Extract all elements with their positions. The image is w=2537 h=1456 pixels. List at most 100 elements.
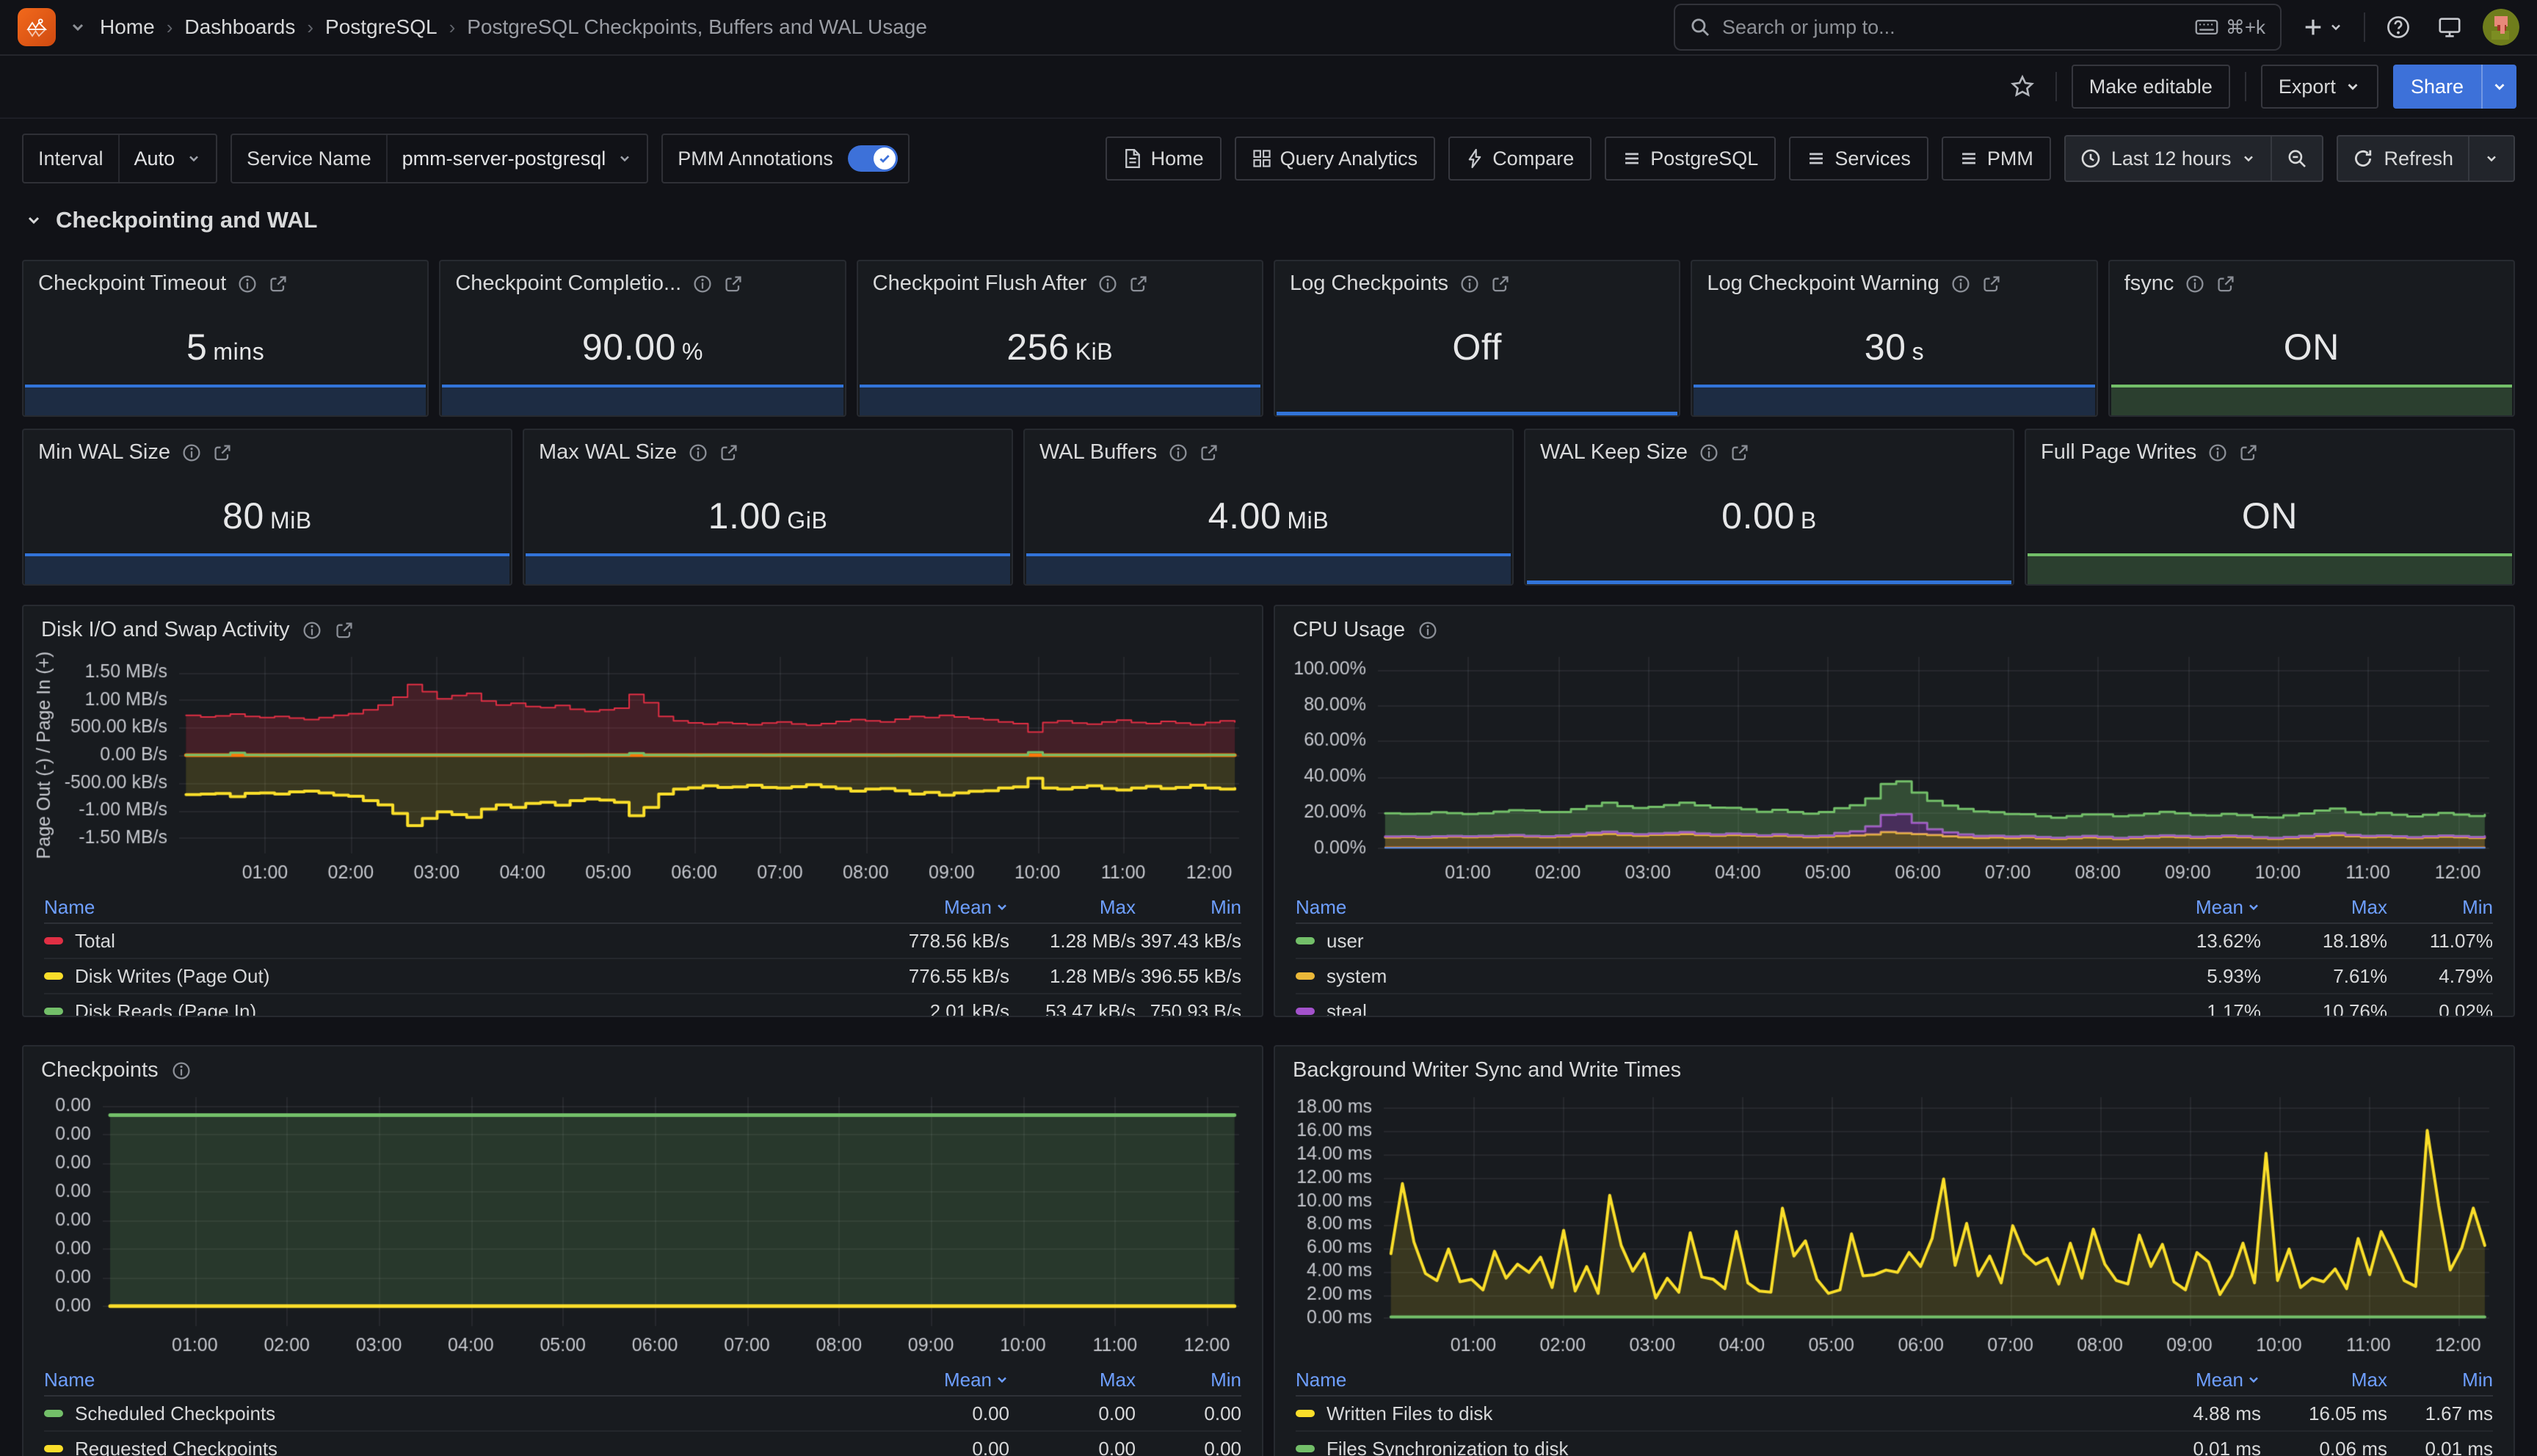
- info-icon[interactable]: [1418, 621, 1437, 640]
- info-icon[interactable]: [182, 443, 201, 462]
- info-icon[interactable]: [689, 443, 708, 462]
- legend-series-label[interactable]: Files Synchronization to disk: [1296, 1438, 2122, 1456]
- legend-header-max[interactable]: Max: [2261, 896, 2387, 919]
- info-icon[interactable]: [1098, 274, 1117, 294]
- external-link-icon[interactable]: [2216, 274, 2235, 294]
- toolbar-link-postgresql[interactable]: PostgreSQL: [1605, 136, 1776, 181]
- legend-series-label[interactable]: Scheduled Checkpoints: [44, 1402, 870, 1425]
- share-button[interactable]: Share: [2393, 65, 2481, 109]
- chevron-down-icon[interactable]: [69, 18, 87, 36]
- panel-title: Background Writer Sync and Write Times: [1293, 1058, 1681, 1082]
- legend-header-row: NameMeanMaxMin: [1296, 892, 2493, 924]
- external-link-icon[interactable]: [335, 621, 354, 640]
- info-icon[interactable]: [302, 621, 322, 640]
- add-button[interactable]: [2296, 10, 2349, 44]
- diskio-chart-canvas[interactable]: [32, 645, 1251, 892]
- info-icon[interactable]: [693, 274, 712, 294]
- user-avatar[interactable]: [2483, 9, 2519, 46]
- legend-header-mean[interactable]: Mean: [870, 896, 1009, 919]
- legend-series-label[interactable]: Total: [44, 930, 870, 953]
- share-menu-button[interactable]: [2481, 65, 2516, 109]
- section-checkpointing-and-wal[interactable]: Checkpointing and WAL: [25, 207, 2515, 233]
- legend-header-min[interactable]: Min: [1136, 1369, 1241, 1391]
- legend-max-value: 1.28 MB/s: [1009, 930, 1136, 953]
- menu-icon: [1807, 149, 1826, 168]
- search-shortcut: ⌘+k: [2226, 16, 2265, 39]
- refresh-interval-button[interactable]: [2468, 136, 2514, 181]
- legend-series-label[interactable]: user: [1296, 930, 2122, 953]
- divider: [2055, 72, 2057, 101]
- legend-row: user13.62%18.18%11.07%: [1296, 924, 2493, 959]
- stat-value: 0.00B: [1525, 495, 2013, 537]
- legend-header-max[interactable]: Max: [2261, 1369, 2387, 1391]
- external-link-icon[interactable]: [2239, 443, 2258, 462]
- make-editable-button[interactable]: Make editable: [2072, 65, 2230, 109]
- monitor-icon[interactable]: [2431, 9, 2468, 46]
- legend-series-label[interactable]: Requested Checkpoints: [44, 1438, 870, 1456]
- breadcrumb-item[interactable]: Home: [100, 15, 155, 39]
- toolbar-link-compare[interactable]: Compare: [1448, 136, 1591, 181]
- legend-mean-value: 0.00: [870, 1402, 1009, 1425]
- external-link-icon[interactable]: [1129, 274, 1148, 294]
- breadcrumb-item[interactable]: Dashboards: [184, 15, 295, 39]
- legend-header-mean[interactable]: Mean: [870, 1369, 1009, 1391]
- info-icon[interactable]: [238, 274, 257, 294]
- legend-header-mean[interactable]: Mean: [2122, 1369, 2261, 1391]
- bgwriter-chart-canvas[interactable]: [1284, 1085, 2507, 1364]
- interval-value[interactable]: Auto: [120, 135, 217, 182]
- legend-header-max[interactable]: Max: [1009, 1369, 1136, 1391]
- legend-header-mean[interactable]: Mean: [2122, 896, 2261, 919]
- search-placeholder: Search or jump to...: [1722, 16, 2183, 39]
- info-icon[interactable]: [1699, 443, 1718, 462]
- info-icon[interactable]: [2208, 443, 2227, 462]
- legend-series-label[interactable]: Disk Reads (Page In): [44, 1000, 870, 1018]
- external-link-icon[interactable]: [1491, 274, 1510, 294]
- external-link-icon[interactable]: [213, 443, 232, 462]
- info-icon[interactable]: [1169, 443, 1188, 462]
- external-link-icon[interactable]: [269, 274, 288, 294]
- cpu-chart-canvas[interactable]: [1284, 645, 2507, 892]
- legend-header-name[interactable]: Name: [44, 896, 870, 919]
- time-range-button[interactable]: Last 12 hours: [2066, 136, 2271, 181]
- search-icon: [1690, 17, 1710, 37]
- external-link-icon[interactable]: [1730, 443, 1749, 462]
- legend-header-max[interactable]: Max: [1009, 896, 1136, 919]
- refresh-button[interactable]: Refresh: [2338, 136, 2468, 181]
- export-button[interactable]: Export: [2261, 65, 2378, 109]
- stat-title: Max WAL Size: [539, 440, 677, 465]
- legend-header-min[interactable]: Min: [1136, 896, 1241, 919]
- info-icon[interactable]: [2185, 274, 2204, 294]
- info-icon[interactable]: [172, 1061, 191, 1080]
- refresh-icon: [2353, 148, 2373, 169]
- legend-series-label[interactable]: system: [1296, 965, 2122, 988]
- legend-header-name[interactable]: Name: [1296, 1369, 2122, 1391]
- legend-header-name[interactable]: Name: [1296, 896, 2122, 919]
- legend-header-min[interactable]: Min: [2387, 896, 2493, 919]
- toolbar-link-home[interactable]: Home: [1106, 136, 1222, 181]
- breadcrumb-item[interactable]: PostgreSQL: [325, 15, 438, 39]
- info-icon[interactable]: [1460, 274, 1479, 294]
- pmm-logo-icon[interactable]: [18, 8, 56, 46]
- toolbar-link-pmm[interactable]: PMM: [1942, 136, 2051, 181]
- external-link-icon[interactable]: [1199, 443, 1219, 462]
- info-icon[interactable]: [1951, 274, 1970, 294]
- toolbar-link-services[interactable]: Services: [1789, 136, 1928, 181]
- series-color-swatch: [1296, 1410, 1315, 1417]
- checkpoints-chart-canvas[interactable]: [32, 1085, 1251, 1364]
- legend-series-label[interactable]: Written Files to disk: [1296, 1402, 2122, 1425]
- external-link-icon[interactable]: [724, 274, 743, 294]
- star-button[interactable]: [2004, 68, 2041, 105]
- search-input[interactable]: Search or jump to... ⌘+k: [1674, 4, 2282, 51]
- toolbar-link-query-analytics[interactable]: Query Analytics: [1235, 136, 1436, 181]
- legend-series-label[interactable]: steal: [1296, 1000, 2122, 1018]
- service-name-value[interactable]: pmm-server-postgresql: [388, 135, 647, 182]
- legend-row: Files Synchronization to disk0.01 ms0.06…: [1296, 1432, 2493, 1456]
- legend-header-min[interactable]: Min: [2387, 1369, 2493, 1391]
- pmm-annotations-toggle[interactable]: [848, 145, 898, 172]
- external-link-icon[interactable]: [719, 443, 738, 462]
- zoom-out-button[interactable]: [2271, 136, 2322, 181]
- external-link-icon[interactable]: [1982, 274, 2001, 294]
- help-button[interactable]: [2380, 9, 2417, 46]
- legend-series-label[interactable]: Disk Writes (Page Out): [44, 965, 870, 988]
- legend-header-name[interactable]: Name: [44, 1369, 870, 1391]
